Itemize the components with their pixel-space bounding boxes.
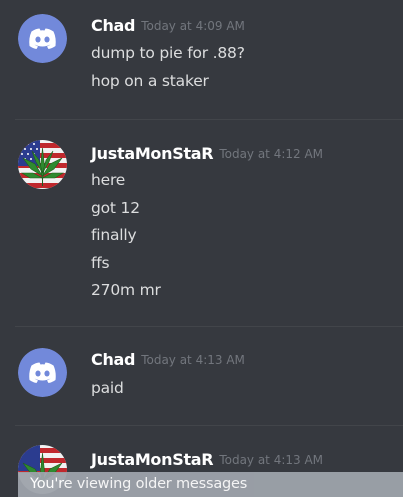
message-text: dump to pie for .88? [91, 44, 245, 62]
message-header: Chad Today at 4:13 AM [91, 350, 245, 369]
chat-messages-pane[interactable]: Chad Today at 4:09 AM dump to pie for .88… [0, 0, 403, 497]
discord-default-avatar-icon[interactable] [18, 348, 67, 397]
message-text: here [91, 171, 126, 189]
message-text: got 12 [91, 199, 140, 217]
message-text: 270m mr [91, 281, 161, 299]
message-divider [15, 425, 403, 426]
message-divider [15, 119, 403, 120]
older-messages-text: You're viewing older messages [30, 476, 248, 492]
username[interactable]: Chad [91, 16, 135, 35]
message-divider [15, 326, 403, 327]
username[interactable]: JustaMonStaR [91, 144, 214, 163]
message-header: JustaMonStaR Today at 4:13 AM [91, 450, 323, 469]
timestamp: Today at 4:13 AM [141, 353, 245, 367]
username[interactable]: Chad [91, 350, 135, 369]
timestamp: Today at 4:09 AM [141, 19, 245, 33]
message-header: JustaMonStaR Today at 4:12 AM [91, 144, 323, 163]
message-text: ffs [91, 254, 110, 272]
timestamp: Today at 4:12 AM [219, 147, 324, 161]
timestamp: Today at 4:13 AM [219, 453, 324, 467]
message-text: hop on a staker [91, 72, 209, 90]
message-header: Chad Today at 4:09 AM [91, 16, 245, 35]
message-text: finally [91, 226, 137, 244]
message-text: paid [91, 379, 124, 397]
older-messages-bar[interactable]: You're viewing older messages [18, 472, 403, 497]
discord-default-avatar-icon[interactable] [18, 14, 67, 63]
username[interactable]: JustaMonStaR [91, 450, 214, 469]
flag-leaf-avatar-icon[interactable] [18, 140, 67, 189]
